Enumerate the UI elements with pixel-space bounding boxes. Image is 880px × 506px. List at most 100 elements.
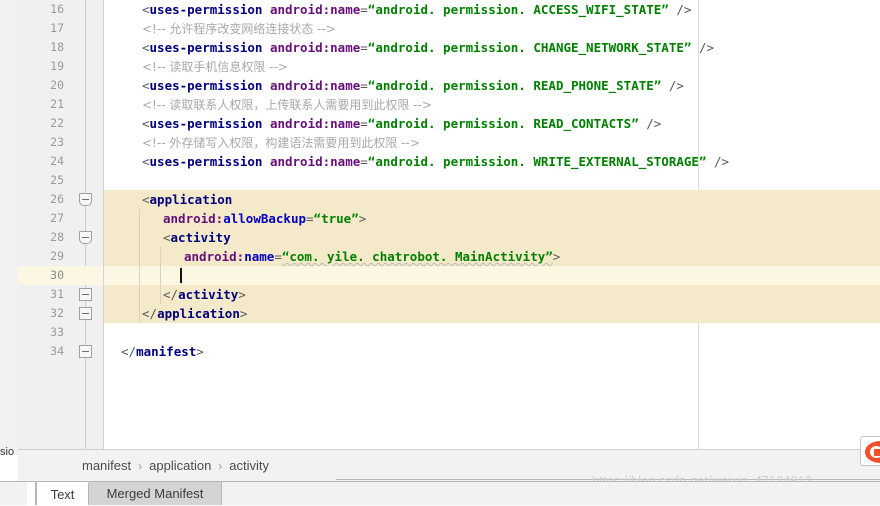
code-token: “android. permission. READ_PHONE_STATE” <box>367 78 662 93</box>
fold-toggle-icon[interactable] <box>79 307 92 320</box>
code-line: <uses-permission android:name=“android. … <box>104 0 880 19</box>
code-token: android:name <box>269 40 361 55</box>
code-line: </manifest> <box>104 342 880 361</box>
code-token: > <box>552 249 561 264</box>
line-number: 19 <box>50 59 64 73</box>
code-token: uses-permission <box>149 40 263 55</box>
code-line: <!-- 读取联系人权限，上传联系人需要用到此权限 --> <box>104 95 880 114</box>
breadcrumb-separator-icon: › <box>138 459 143 473</box>
code-editor[interactable]: 16 17 18 19 20 21 22 23 24 25 26 27 28 29 30 31 32 33 34 <… <box>18 0 880 449</box>
code-comment: <!-- 允许程序改变网络连接状态 --> <box>142 22 336 36</box>
code-token: allowBackup <box>223 211 307 226</box>
code-comment: <!-- 读取联系人权限，上传联系人需要用到此权限 --> <box>142 98 432 112</box>
tab-bar-stub <box>27 482 36 505</box>
code-token: < <box>142 78 150 93</box>
code-line: <!-- 允许程序改变网络连接状态 --> <box>104 19 880 38</box>
code-token: “android. permission. READ_CONTACTS” <box>367 116 639 131</box>
code-token: </ <box>142 306 158 321</box>
code-token: = <box>360 154 368 169</box>
code-line: android:allowBackup=“true”> <box>104 209 880 228</box>
line-number: 22 <box>50 116 64 130</box>
line-number: 27 <box>50 211 64 225</box>
code-token: android: <box>184 249 245 264</box>
fold-toggle-icon[interactable] <box>79 193 92 206</box>
code-token: android: <box>163 211 224 226</box>
code-token: uses-permission <box>149 154 263 169</box>
code-token: /> <box>676 2 692 17</box>
code-token: “android. permission. CHANGE_NETWORK_STA… <box>367 40 692 55</box>
line-number: 31 <box>50 287 64 301</box>
code-token: android:name <box>269 78 361 93</box>
code-token: activity <box>178 287 239 302</box>
code-token: application <box>149 192 233 207</box>
tab-text[interactable]: Text <box>36 482 89 505</box>
breadcrumb-separator-icon: › <box>218 459 223 473</box>
breadcrumb-item-activity[interactable]: activity <box>229 458 269 473</box>
code-token: /> <box>698 40 714 55</box>
app-badge-icon[interactable] <box>860 436 880 466</box>
breadcrumb-item-application[interactable]: application <box>149 458 211 473</box>
code-token: /> <box>646 116 662 131</box>
code-folding-gutter[interactable] <box>70 0 104 449</box>
code-comment: <!-- 读取手机信息权限 --> <box>142 60 288 74</box>
fold-rail <box>85 0 86 449</box>
line-number: 29 <box>50 249 64 263</box>
code-token: > <box>196 344 204 359</box>
code-token: < <box>142 2 150 17</box>
ide-editor-window: sio 16 17 18 19 20 21 22 23 24 25 26 27 28 29 30 31 32 33… <box>0 0 880 505</box>
text-caret <box>180 268 182 283</box>
left-tool-strip: sio <box>0 0 19 458</box>
code-token: name <box>244 249 275 264</box>
line-number: 23 <box>50 135 64 149</box>
code-line: <uses-permission android:name=“android. … <box>104 38 880 57</box>
line-number: 26 <box>50 192 64 206</box>
code-line: <activity <box>104 228 880 247</box>
left-strip-label: sio <box>0 446 15 458</box>
code-token: “true” <box>313 211 359 226</box>
code-token: uses-permission <box>149 2 263 17</box>
badge-blob-bar <box>874 449 880 456</box>
breadcrumb-item-manifest[interactable]: manifest <box>82 458 131 473</box>
code-token: /> <box>713 154 730 169</box>
code-token: = <box>274 249 282 264</box>
code-token: “android. permission. WRITE_EXTERNAL_STO… <box>367 154 707 169</box>
fold-toggle-icon[interactable] <box>79 288 92 301</box>
editor-tab-bar[interactable]: Text Merged Manifest <box>0 481 880 505</box>
tab-merged-manifest[interactable]: Merged Manifest <box>89 482 222 505</box>
code-token: > <box>358 211 367 226</box>
line-number: 25 <box>50 173 64 187</box>
line-number: 24 <box>50 154 64 168</box>
code-token: /> <box>668 78 684 93</box>
code-token: < <box>142 154 150 169</box>
code-comment: <!-- 外存储写入权限，构建语法需要用到此权限 --> <box>142 136 420 150</box>
code-token: android:name <box>269 116 361 131</box>
line-number: 28 <box>50 230 64 244</box>
code-line: <!-- 读取手机信息权限 --> <box>104 57 880 76</box>
bottom-separator <box>336 479 880 480</box>
breadcrumb[interactable]: manifest › application › activity <box>82 450 269 482</box>
code-token: < <box>163 230 171 245</box>
fold-toggle-icon[interactable] <box>79 345 92 358</box>
line-number: 32 <box>50 306 64 320</box>
code-token: = <box>360 2 368 17</box>
code-token: android:name <box>269 154 361 169</box>
code-token: < <box>142 116 150 131</box>
line-number: 21 <box>50 97 64 111</box>
fold-toggle-icon[interactable] <box>79 231 92 244</box>
code-token: = <box>360 40 368 55</box>
code-token: < <box>142 40 150 55</box>
code-token: > <box>239 306 248 321</box>
breadcrumb-bar: manifest › application › activity <box>18 449 880 481</box>
code-token: “android. permission. ACCESS_WIFI_STATE” <box>367 2 669 17</box>
code-token: application <box>157 306 240 321</box>
line-number: 16 <box>50 2 64 16</box>
code-token: </ <box>121 344 137 359</box>
